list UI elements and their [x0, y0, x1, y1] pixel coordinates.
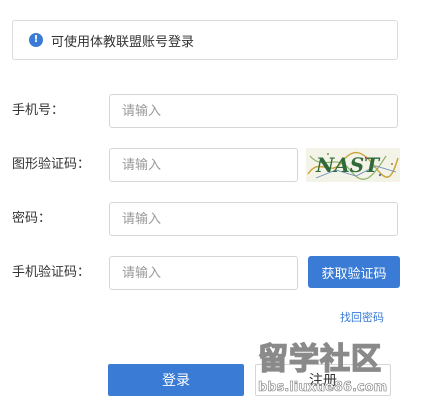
captcha-image[interactable]: NAST: [306, 148, 400, 182]
sms-code-input[interactable]: [109, 256, 298, 290]
captcha-graphic: NAST: [306, 148, 400, 182]
phone-label: 手机号：: [12, 103, 65, 118]
info-icon: !: [29, 33, 43, 47]
get-code-button[interactable]: 获取验证码: [308, 256, 400, 288]
captcha-text: NAST: [315, 153, 381, 177]
forgot-password-link[interactable]: 找回密码: [340, 309, 384, 325]
phone-input[interactable]: [109, 94, 398, 128]
sms-code-label: 手机验证码：: [12, 265, 91, 280]
captcha-label: 图形验证码：: [12, 157, 91, 172]
notice-banner: ! 可使用体教联盟账号登录: [12, 20, 398, 60]
captcha-input[interactable]: [109, 148, 298, 182]
register-button[interactable]: 注册: [255, 364, 391, 396]
notice-text: 可使用体教联盟账号登录: [51, 34, 195, 50]
password-input[interactable]: [109, 202, 398, 236]
login-button[interactable]: 登录: [108, 364, 244, 396]
password-label: 密码：: [12, 211, 52, 226]
login-page: ! 可使用体教联盟账号登录 手机号： 图形验证码： NAST 密码： 手机验证码…: [0, 0, 421, 411]
